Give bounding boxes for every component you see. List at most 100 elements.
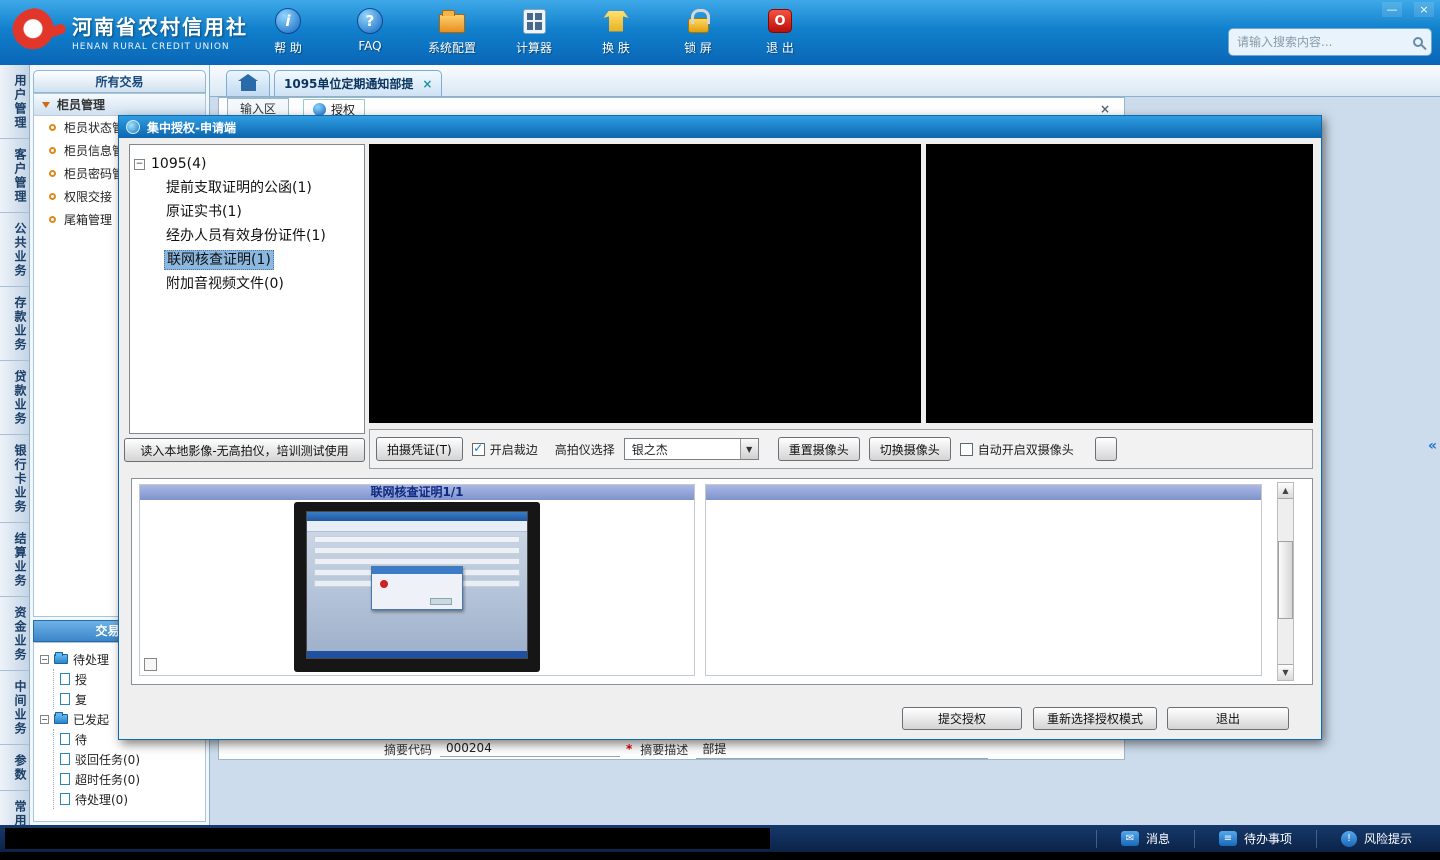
thumbnail-image[interactable] (294, 502, 540, 672)
todo-icon: ≡ (1218, 831, 1237, 846)
tab-1095-notice-withdrawal[interactable]: 1095单位定期通知部提 × (274, 70, 443, 96)
messages-button[interactable]: ✉ 消息 (1095, 829, 1194, 848)
crop-edges-checkbox[interactable]: ✓ (471, 442, 485, 456)
dialog-exit-button[interactable]: 退出 (1167, 707, 1289, 730)
search-icon[interactable] (1413, 37, 1423, 47)
collapse-box-icon[interactable]: − (40, 714, 49, 724)
file-icon (60, 753, 70, 765)
info-node-rejected-tasks[interactable]: 驳回任务(0) (60, 749, 205, 769)
verification-panel-title: 联网核查证明1/1 (140, 485, 694, 500)
reselect-auth-mode-button[interactable]: 重新选择授权模式 (1033, 707, 1157, 730)
chevron-down-icon (42, 101, 50, 108)
thumbnail-select-checkbox[interactable] (144, 658, 157, 671)
captured-images-area: 联网核查证明1/1 ▲ ▼ (131, 478, 1313, 685)
change-skin-button[interactable]: 换 肤 (586, 5, 646, 56)
verification-images-panel: 联网核查证明1/1 (139, 484, 695, 676)
todo-button[interactable]: ≡ 待办事项 (1193, 829, 1316, 848)
doc-tree-root[interactable]: − 1095(4) (134, 152, 360, 176)
calculator-icon (522, 8, 546, 34)
module-tab-public-biz[interactable]: 公共业务 (0, 213, 29, 287)
info-node-pending-tasks[interactable]: 待处理(0) (60, 789, 205, 809)
lock-screen-button[interactable]: 锁 屏 (668, 5, 728, 56)
file-icon (60, 733, 70, 745)
module-tab-intermediate-biz[interactable]: 中间业务 (0, 671, 29, 745)
module-tab-settlement-biz[interactable]: 结算业务 (0, 523, 29, 597)
doc-item-original-certificate[interactable]: 原证实书(1) (164, 200, 360, 224)
faq-icon: ? (357, 8, 383, 34)
scrollbar-thumb[interactable] (1278, 541, 1293, 619)
dialog-title: 集中授权-申请端 (147, 120, 236, 135)
switch-camera-button[interactable]: 切换摄像头 (868, 437, 951, 461)
messages-label: 消息 (1145, 832, 1170, 846)
app: 河南省农村信用社 HENAN RURAL CREDIT UNION i 帮 助 … (0, 0, 1440, 860)
home-tab[interactable] (226, 70, 270, 96)
faq-button[interactable]: ? FAQ (340, 5, 400, 56)
search-input[interactable] (1237, 35, 1413, 49)
logo-subtitle: HENAN RURAL CREDIT UNION (72, 41, 230, 52)
module-tab-params[interactable]: 参数 (0, 745, 29, 791)
exit-label: 退 出 (766, 41, 794, 55)
all-transactions-header[interactable]: 所有交易 (33, 70, 206, 93)
camera-preview-secondary[interactable] (926, 144, 1313, 423)
images-scrollbar[interactable]: ▲ ▼ (1277, 482, 1294, 681)
collapse-box-icon[interactable]: − (40, 654, 49, 664)
dropdown-arrow-icon[interactable]: ▼ (739, 439, 758, 459)
reset-camera-button[interactable]: 重置摄像头 (777, 437, 860, 461)
authorization-icon (313, 102, 327, 116)
module-tab-bankcard-biz[interactable]: 银行卡业务 (0, 435, 29, 523)
doc-item-av-files[interactable]: 附加音视频文件(0) (164, 272, 360, 296)
change-skin-label: 换 肤 (602, 41, 630, 55)
module-tab-funds-biz[interactable]: 资金业务 (0, 597, 29, 671)
help-button[interactable]: i 帮 助 (258, 5, 318, 56)
notice-marquee (5, 828, 770, 849)
file-icon (60, 793, 70, 805)
doc-item-operator-id[interactable]: 经办人员有效身份证件(1) (164, 224, 360, 248)
system-config-button[interactable]: 系统配置 (422, 5, 482, 56)
module-tab-loan-biz[interactable]: 贷款业务 (0, 361, 29, 435)
scanner-select[interactable]: 银之杰 ▼ (623, 438, 759, 460)
collapse-panel-icon[interactable]: « (1428, 438, 1437, 454)
minimize-button[interactable]: — (1382, 2, 1402, 17)
dialog-titlebar[interactable]: 集中授权-申请端 (119, 116, 1321, 138)
doc-item-withdrawal-letter[interactable]: 提前支取证明的公函(1) (164, 176, 360, 200)
window-controls: — × (1382, 2, 1434, 17)
exit-icon: O (768, 9, 792, 33)
bullet-icon (49, 170, 56, 177)
tree-group-label: 柜员管理 (57, 98, 106, 112)
read-local-image-button[interactable]: 读入本地影像-无高拍仪，培训测试使用 (124, 438, 365, 462)
module-tab-deposit-biz[interactable]: 存款业务 (0, 287, 29, 361)
camera-preview-main[interactable] (369, 144, 921, 423)
file-icon (60, 693, 70, 705)
folder-icon (54, 652, 68, 664)
summary-desc-field[interactable]: 部提 (696, 740, 989, 759)
doc-item-online-verification[interactable]: 联网核查证明(1) (164, 248, 360, 272)
exit-button[interactable]: O 退 出 (750, 5, 810, 56)
lock-screen-label: 锁 屏 (684, 41, 712, 55)
header-toolbar: i 帮 助 ? FAQ 系统配置 计算器 换 肤 锁 屏 O 退 出 (258, 5, 810, 56)
info-node-timeout-tasks[interactable]: 超时任务(0) (60, 769, 205, 789)
bullet-icon (49, 147, 56, 154)
capture-customer-button[interactable] (1094, 437, 1117, 461)
submit-authorization-button[interactable]: 提交授权 (902, 707, 1022, 730)
panel-close-icon[interactable]: × (1094, 102, 1116, 116)
capture-voucher-button[interactable]: 拍摄凭证(T) (376, 437, 463, 461)
collapse-box-icon[interactable]: − (134, 158, 145, 170)
empty-panel-header (706, 485, 1261, 500)
module-tab-user-mgmt[interactable]: 用户管理 (0, 65, 29, 139)
tree-group-teller-mgmt[interactable]: 柜员管理 (34, 94, 205, 116)
scroll-down-icon[interactable]: ▼ (1278, 664, 1293, 680)
summary-desc-label: 摘要描述 (640, 742, 689, 757)
summary-code-field[interactable]: 000204 (440, 741, 621, 757)
risk-alert-button[interactable]: ! 风险提示 (1315, 829, 1436, 848)
header: 河南省农村信用社 HENAN RURAL CREDIT UNION i 帮 助 … (0, 0, 1440, 65)
calculator-label: 计算器 (515, 41, 552, 55)
crop-edges-label: 开启裁边 (489, 442, 538, 457)
required-mark: * (626, 742, 633, 756)
tab-close-icon[interactable]: × (422, 77, 432, 91)
auto-dual-camera-label: 自动开启双摄像头 (977, 442, 1074, 457)
calculator-button[interactable]: 计算器 (504, 5, 564, 56)
close-button[interactable]: × (1414, 2, 1434, 17)
module-tab-customer-mgmt[interactable]: 客户管理 (0, 139, 29, 213)
auto-dual-camera-checkbox[interactable] (959, 442, 973, 456)
scroll-up-icon[interactable]: ▲ (1278, 483, 1293, 499)
